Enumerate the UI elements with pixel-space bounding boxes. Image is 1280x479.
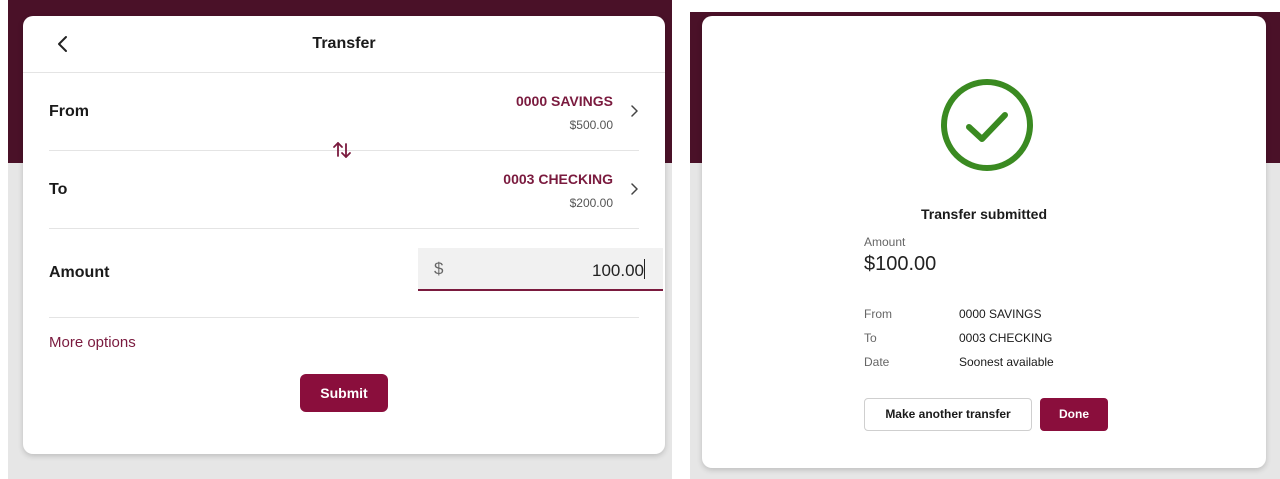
transfer-form-screen: Transfer From 0000 SAVINGS $500.00 To 00… bbox=[0, 0, 680, 479]
from-account-name: 0000 SAVINGS bbox=[515, 93, 613, 109]
detail-label-from: From bbox=[864, 307, 892, 321]
amount-input[interactable]: $ 100.00 bbox=[418, 248, 663, 291]
from-account-balance: $500.00 bbox=[569, 118, 613, 132]
detail-label-to: To bbox=[864, 331, 877, 345]
confirmation-title: Transfer submitted bbox=[920, 206, 1048, 222]
to-account-name: 0003 CHECKING bbox=[503, 171, 613, 187]
to-account-selector[interactable]: 0003 CHECKING $200.00 bbox=[503, 171, 613, 210]
detail-value-to: 0003 CHECKING bbox=[959, 331, 1053, 345]
amount-value[interactable]: 100.00 bbox=[592, 259, 645, 281]
to-row[interactable]: To 0003 CHECKING $200.00 bbox=[49, 150, 639, 229]
transfer-header: Transfer bbox=[23, 16, 665, 73]
detail-value-from: 0000 SAVINGS bbox=[959, 307, 1042, 321]
page-title: Transfer bbox=[312, 35, 376, 52]
currency-symbol: $ bbox=[434, 259, 444, 278]
submit-button[interactable]: Submit bbox=[300, 374, 388, 412]
chevron-right-icon[interactable] bbox=[629, 104, 639, 118]
chevron-right-icon[interactable] bbox=[629, 182, 639, 196]
transfer-card: Transfer From 0000 SAVINGS $500.00 To 00… bbox=[23, 16, 665, 454]
to-label: To bbox=[49, 181, 68, 198]
check-circle-icon bbox=[941, 79, 1033, 171]
summary-amount-label: Amount bbox=[864, 235, 906, 249]
from-label: From bbox=[49, 103, 89, 120]
detail-label-date: Date bbox=[864, 355, 890, 369]
detail-value-date: Soonest available bbox=[959, 355, 1054, 369]
more-options-link[interactable]: More options bbox=[49, 334, 136, 351]
confirmation-screen: Transfer submitted Amount $100.00 From 0… bbox=[690, 0, 1280, 479]
amount-label: Amount bbox=[49, 264, 110, 281]
make-another-transfer-button[interactable]: Make another transfer bbox=[864, 398, 1032, 431]
from-account-selector[interactable]: 0000 SAVINGS $500.00 bbox=[516, 93, 613, 132]
done-button[interactable]: Done bbox=[1040, 398, 1108, 431]
summary-amount-value: $100.00 bbox=[864, 253, 937, 275]
amount-row: Amount $ 100.00 bbox=[49, 228, 663, 318]
to-account-balance: $200.00 bbox=[569, 196, 613, 210]
confirmation-card: Transfer submitted Amount $100.00 From 0… bbox=[702, 16, 1266, 468]
